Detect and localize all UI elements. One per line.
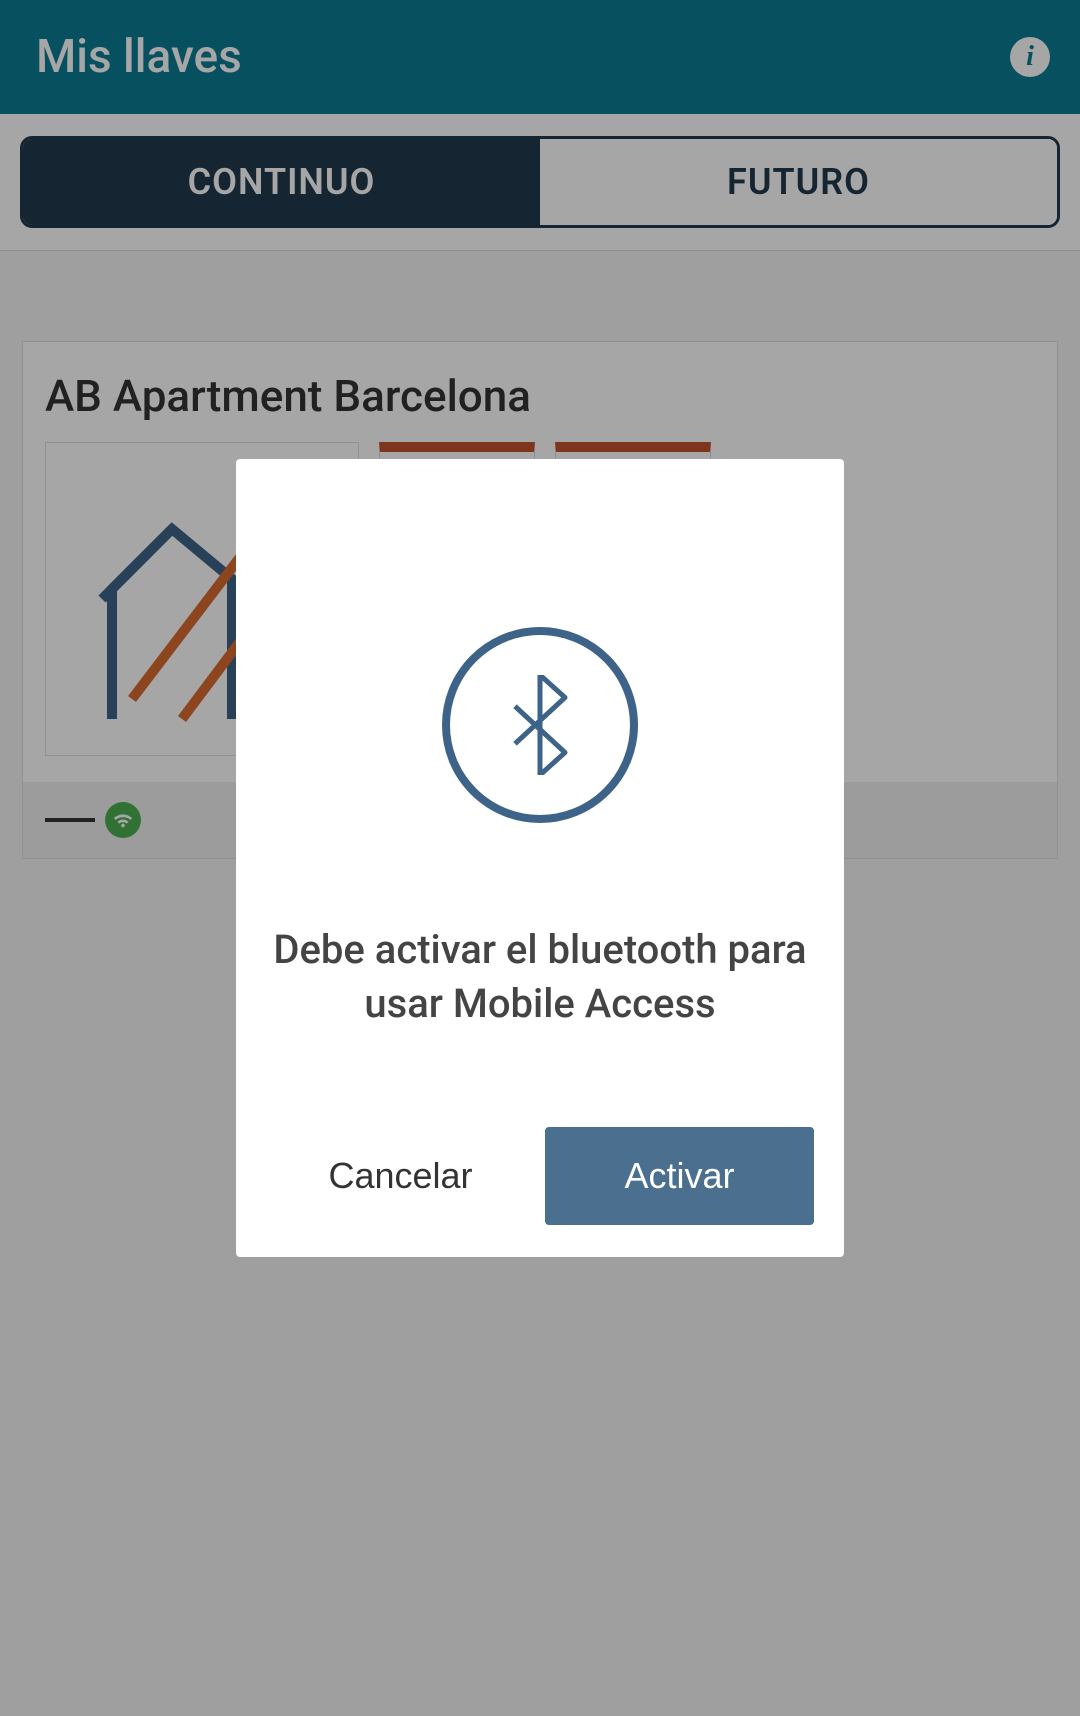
modal-overlay: Debe activar el bluetooth para usar Mobi…	[0, 0, 1080, 1716]
modal-message: Debe activar el bluetooth para usar Mobi…	[236, 823, 844, 1031]
bluetooth-icon-circle	[442, 627, 638, 823]
activate-button[interactable]: Activar	[545, 1127, 814, 1225]
bluetooth-modal: Debe activar el bluetooth para usar Mobi…	[236, 459, 844, 1257]
bluetooth-icon	[505, 675, 575, 775]
modal-buttons: Cancelar Activar	[236, 1031, 844, 1257]
cancel-button[interactable]: Cancelar	[266, 1127, 535, 1225]
